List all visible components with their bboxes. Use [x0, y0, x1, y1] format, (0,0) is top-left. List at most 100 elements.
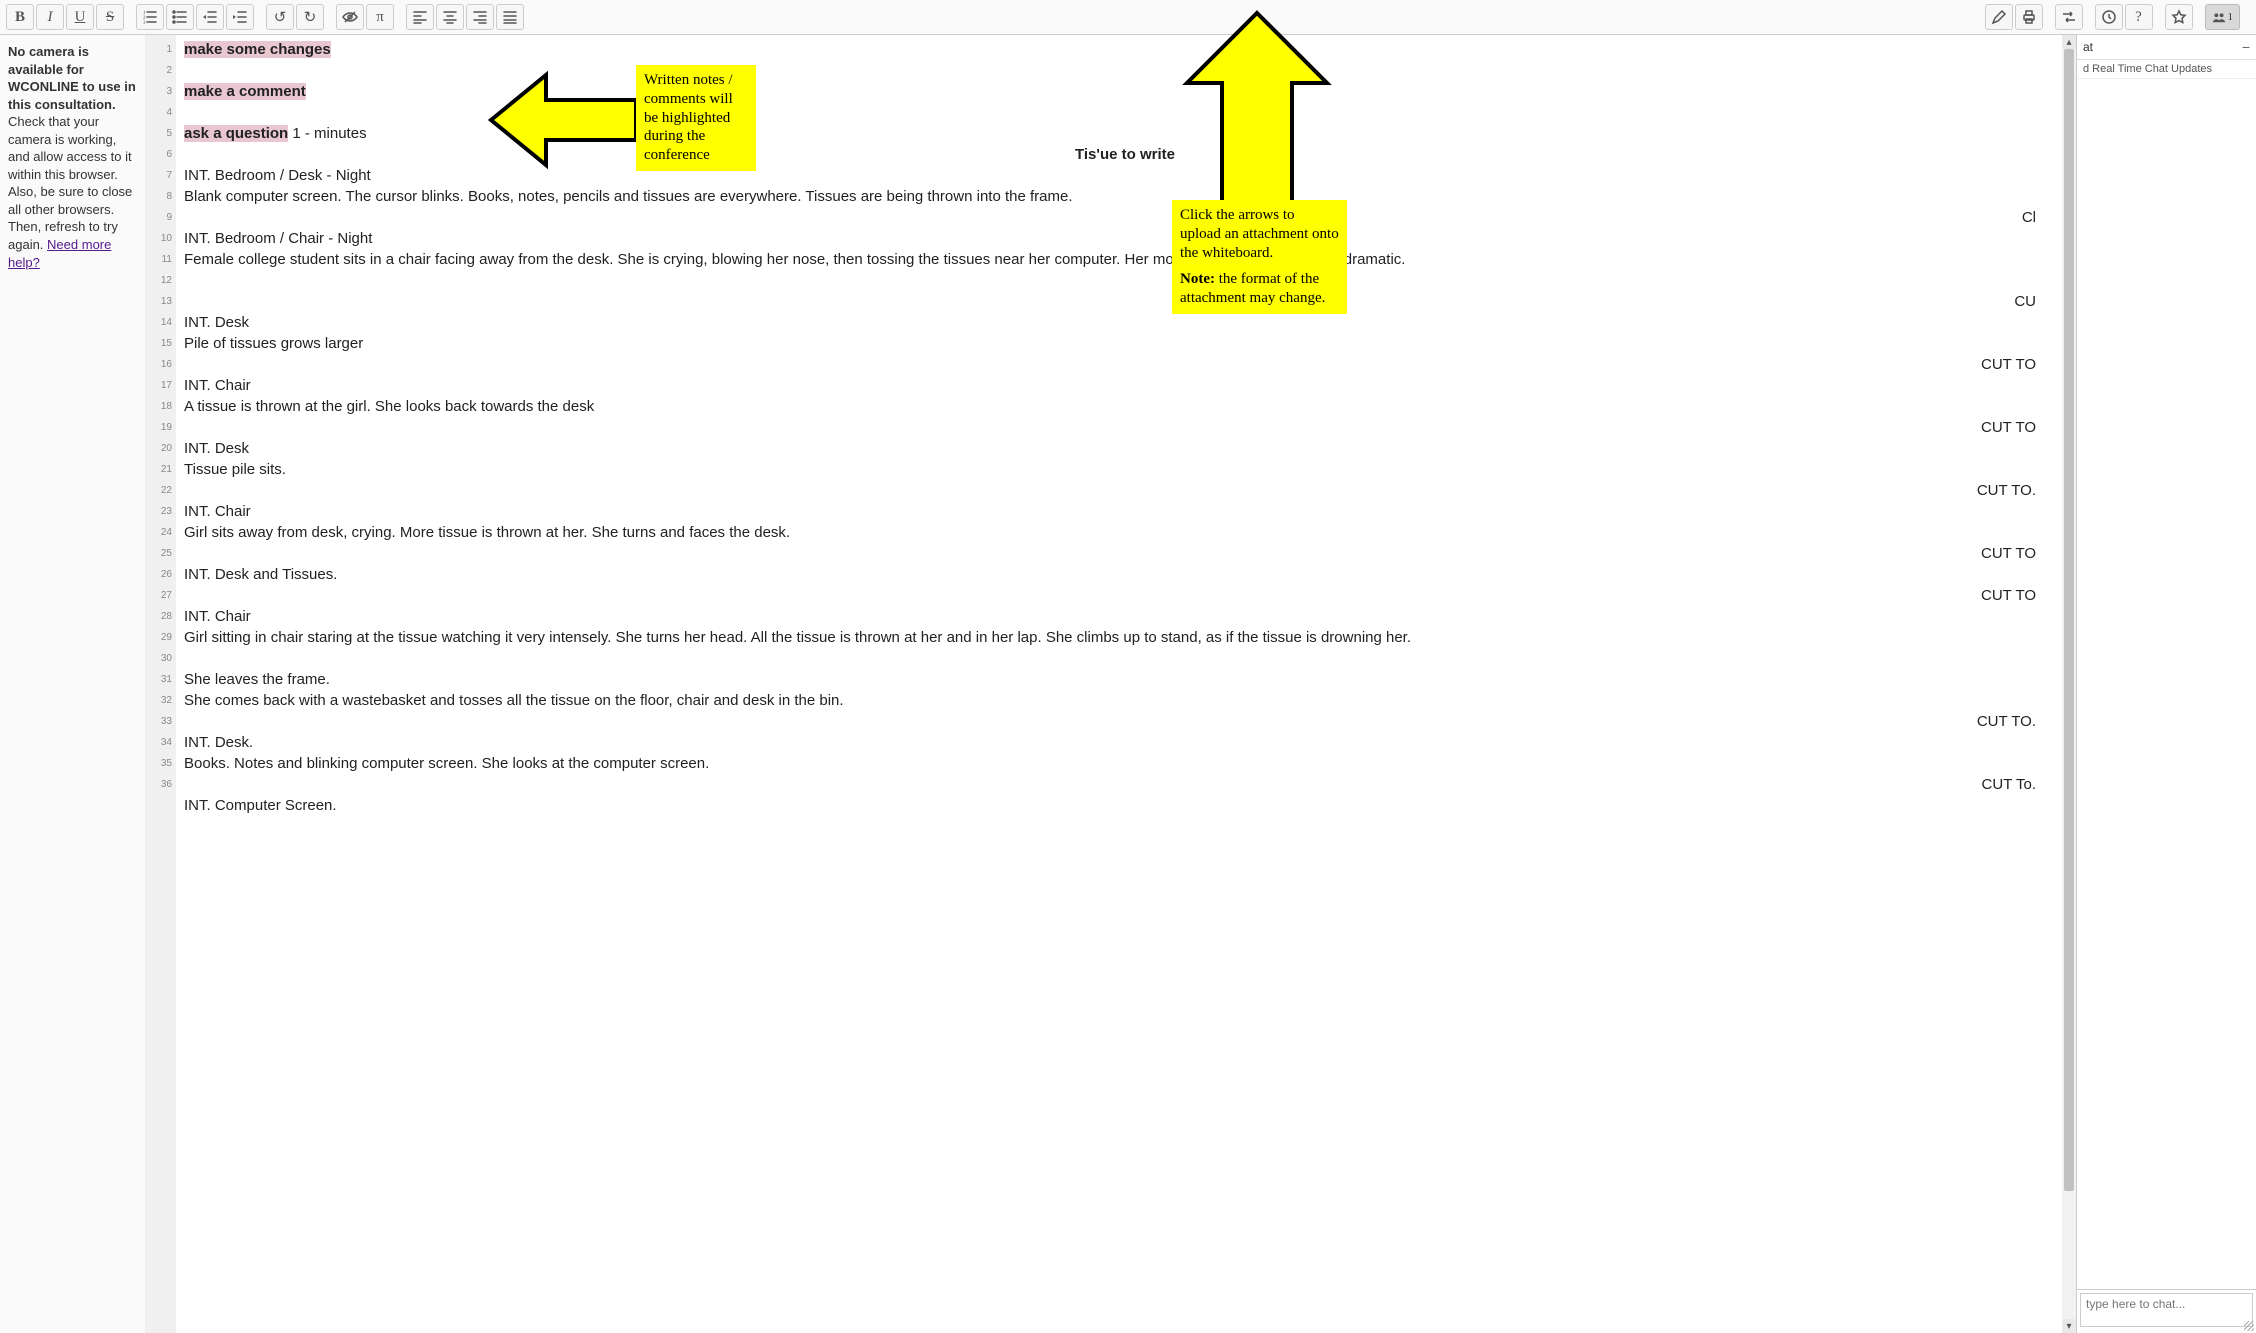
line-number: 15 [146, 333, 176, 354]
print-button[interactable] [2015, 4, 2043, 30]
highlighted-note: make some changes [184, 41, 331, 58]
cut-to: Cl [184, 207, 2066, 228]
action-line: She leaves the frame. [184, 669, 2066, 690]
line-number: 20 [146, 438, 176, 459]
chat-title: at [2083, 40, 2093, 54]
chat-header: at − [2077, 35, 2256, 60]
editor: 1234567891011121314151617181920212223242… [146, 35, 2076, 1333]
scene-heading: INT. Desk [184, 438, 2066, 459]
toolbar: B I U S 123 ↺ ↻ π [0, 0, 2256, 35]
visibility-toggle-button[interactable] [336, 4, 364, 30]
line-number: 19 [146, 417, 176, 438]
line-number: 10 [146, 228, 176, 249]
align-left-button[interactable] [406, 4, 434, 30]
cut-to: CUT TO [184, 585, 2066, 606]
align-center-button[interactable] [436, 4, 464, 30]
strikethrough-button[interactable]: S [96, 4, 124, 30]
help-button[interactable]: ? [2125, 4, 2153, 30]
users-count: 1 [2228, 11, 2234, 23]
camera-notice-panel: No camera is available for WCONLINE to u… [0, 35, 146, 1333]
equation-button[interactable]: π [366, 4, 394, 30]
svg-text:3: 3 [143, 21, 146, 25]
highlighted-note: ask a question [184, 125, 288, 142]
scrollbar-thumb[interactable] [2064, 49, 2074, 1191]
import-export-button[interactable] [2055, 4, 2083, 30]
text: 1 - minutes [288, 125, 366, 142]
line-number: 28 [146, 606, 176, 627]
chat-input[interactable] [2080, 1293, 2253, 1327]
line-number: 6 [146, 144, 176, 165]
action-line: Blank computer screen. The cursor blinks… [184, 186, 2066, 207]
action-line: Girl sits away from desk, crying. More t… [184, 522, 2066, 543]
line-number: 4 [146, 102, 176, 123]
scene-heading: INT. Desk and Tissues. [184, 564, 2066, 585]
align-right-button[interactable] [466, 4, 494, 30]
line-number: 35 [146, 753, 176, 774]
resize-grip-icon[interactable] [2244, 1321, 2254, 1331]
chat-subtitle: d Real Time Chat Updates [2077, 60, 2256, 79]
line-number: 29 [146, 627, 176, 648]
scroll-up-button[interactable]: ▴ [2062, 35, 2076, 49]
underline-button[interactable]: U [66, 4, 94, 30]
line-number: 30 [146, 648, 176, 669]
line-number: 9 [146, 207, 176, 228]
annotation-arrow-up-icon [1182, 8, 1332, 208]
annotation-callout-comments: Written notes / comments will be highlig… [636, 65, 756, 171]
scene-heading: INT. Chair [184, 375, 2066, 396]
action-line: Tissue pile sits. [184, 459, 2066, 480]
annotation-callout-upload: Click the arrows to upload an attachment… [1172, 200, 1347, 314]
line-number: 34 [146, 732, 176, 753]
chat-minimize-button[interactable]: − [2242, 39, 2250, 55]
document-title: Tis'ue to write [184, 144, 2066, 165]
redo-button[interactable]: ↻ [296, 4, 324, 30]
ordered-list-button[interactable]: 123 [136, 4, 164, 30]
action-line: Books. Notes and blinking computer scree… [184, 753, 2066, 774]
cut-to: CUT TO [184, 543, 2066, 564]
line-number: 22 [146, 480, 176, 501]
line-number-gutter: 1234567891011121314151617181920212223242… [146, 35, 176, 1333]
scroll-down-button[interactable]: ▾ [2062, 1319, 2076, 1333]
undo-button[interactable]: ↺ [266, 4, 294, 30]
star-button[interactable] [2165, 4, 2193, 30]
scene-heading: INT. Chair [184, 501, 2066, 522]
chat-panel: at − d Real Time Chat Updates [2076, 35, 2256, 1333]
scene-heading: INT. Bedroom / Chair - Night [184, 228, 2066, 249]
highlighted-note: make a comment [184, 83, 306, 100]
history-button[interactable] [2095, 4, 2123, 30]
scene-heading: INT. Desk [184, 312, 2066, 333]
scrollbar[interactable]: ▴ ▾ [2062, 35, 2076, 1333]
action-line: She comes back with a wastebasket and to… [184, 690, 2066, 711]
outdent-button[interactable] [196, 4, 224, 30]
align-justify-button[interactable] [496, 4, 524, 30]
action-line: Pile of tissues grows larger [184, 333, 2066, 354]
line-number: 24 [146, 522, 176, 543]
line-number: 25 [146, 543, 176, 564]
action-line: Female college student sits in a chair f… [184, 249, 2066, 291]
line-number: 7 [146, 165, 176, 186]
line-number: 5 [146, 123, 176, 144]
line-number: 18 [146, 396, 176, 417]
bold-button[interactable]: B [6, 4, 34, 30]
line-number: 26 [146, 564, 176, 585]
draw-button[interactable] [1985, 4, 2013, 30]
italic-button[interactable]: I [36, 4, 64, 30]
indent-button[interactable] [226, 4, 254, 30]
line-number: 3 [146, 81, 176, 102]
scene-heading: INT. Computer Screen. [184, 795, 2066, 816]
camera-notice-bold: No camera is available for WCONLINE to u… [8, 44, 136, 112]
camera-notice-text: Check that your camera is working, and a… [8, 114, 132, 252]
users-button[interactable]: 1 [2205, 4, 2241, 30]
line-number: 2 [146, 60, 176, 81]
cut-to: CU [184, 291, 2066, 312]
line-number: 12 [146, 270, 176, 291]
line-number: 23 [146, 501, 176, 522]
action-line: A tissue is thrown at the girl. She look… [184, 396, 2066, 417]
chat-messages [2077, 79, 2256, 1289]
unordered-list-button[interactable] [166, 4, 194, 30]
action-line: Girl sitting in chair staring at the tis… [184, 627, 2066, 669]
scene-heading: INT. Desk. [184, 732, 2066, 753]
line-number: 16 [146, 354, 176, 375]
line-number: 27 [146, 585, 176, 606]
document-area[interactable]: make some changes make a comment ask a q… [176, 35, 2076, 1333]
line-number: 8 [146, 186, 176, 207]
